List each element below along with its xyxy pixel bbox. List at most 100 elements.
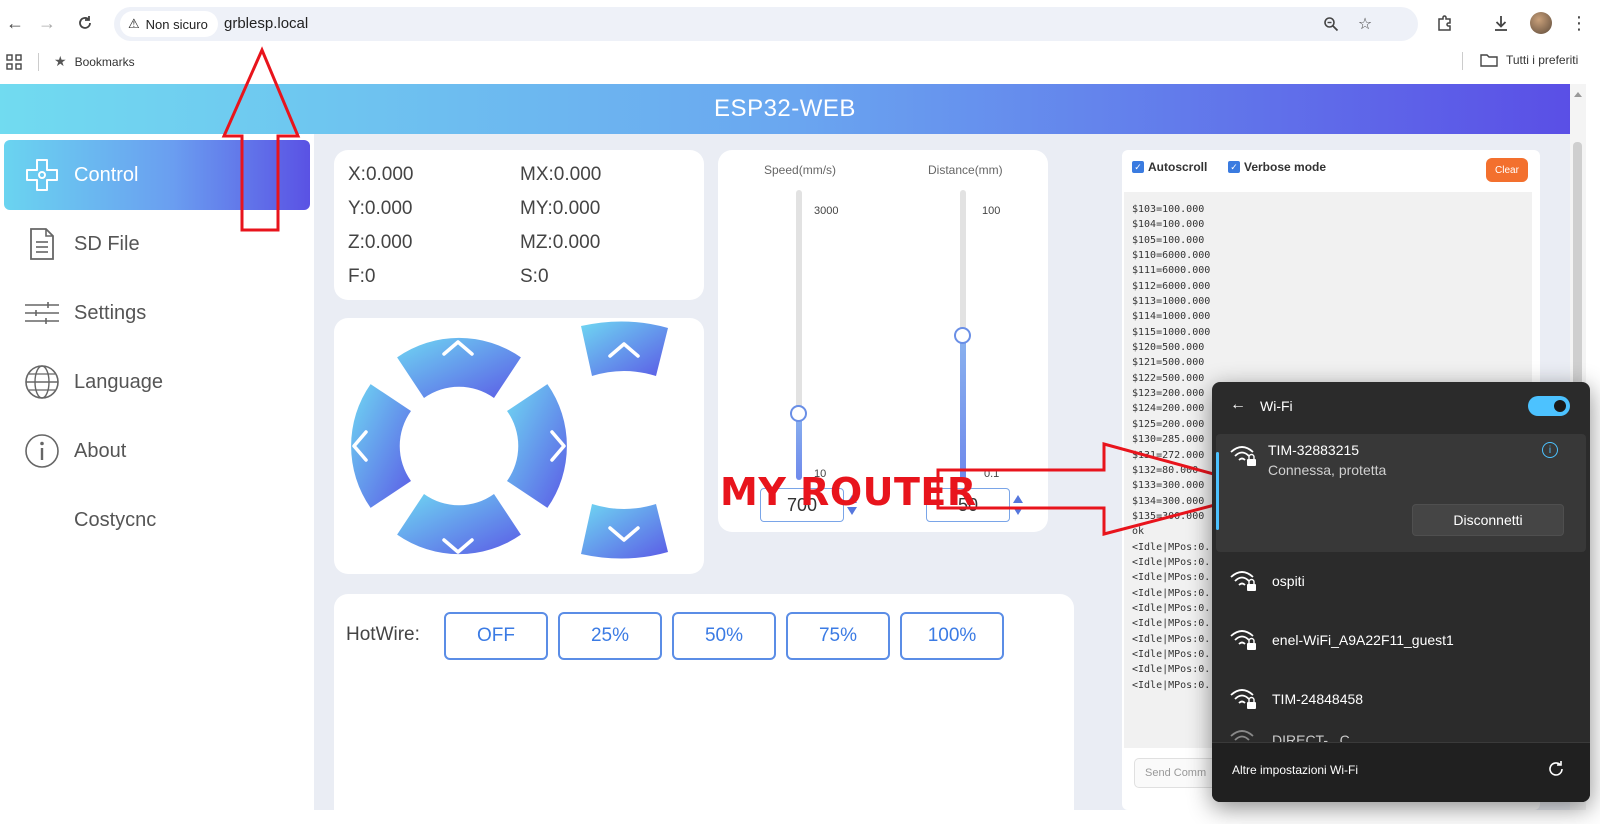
checkmark-icon: ✓ xyxy=(1228,161,1240,173)
wifi-secure-icon xyxy=(1230,571,1256,591)
bookmarks-folder[interactable]: ★ Bookmarks xyxy=(54,53,135,70)
hotwire-50-button[interactable]: 50% xyxy=(672,612,776,660)
wifi-network-item[interactable]: DIRECT-...C... xyxy=(1212,718,1590,742)
jog-z-down-button[interactable] xyxy=(581,504,668,559)
wifi-network-item[interactable]: ospiti xyxy=(1212,552,1590,610)
warning-icon: ⚠ xyxy=(128,16,140,31)
security-chip[interactable]: ⚠ Non sicuro xyxy=(120,11,218,37)
sidebar-item-label: Language xyxy=(74,370,163,393)
zoom-icon[interactable] xyxy=(1320,13,1342,35)
sidebar-item-label: Settings xyxy=(74,301,147,324)
control-pad-icon xyxy=(22,155,62,195)
y-position: Y:0.000 xyxy=(348,198,413,219)
divider xyxy=(38,53,39,71)
distance-slider-thumb[interactable] xyxy=(954,327,971,344)
checkmark-icon: ✓ xyxy=(1132,161,1144,173)
x-position: X:0.000 xyxy=(348,164,414,185)
network-info-icon[interactable]: i xyxy=(1542,442,1558,458)
sidebar-item-label: Costycnc xyxy=(74,508,157,531)
profile-avatar[interactable] xyxy=(1526,8,1556,38)
sliders-icon xyxy=(22,293,62,333)
clear-button[interactable]: Clear xyxy=(1486,158,1528,182)
jog-left-button[interactable] xyxy=(351,384,411,508)
wifi-title: Wi-Fi xyxy=(1260,398,1293,414)
back-icon[interactable]: ← xyxy=(0,8,30,38)
hotwire-off-button[interactable]: OFF xyxy=(444,612,548,660)
apps-grid-icon[interactable] xyxy=(6,54,22,73)
annotation-label: MY ROUTER xyxy=(720,470,977,514)
address-bar[interactable]: ⚠ Non sicuro grblesp.local ☆ xyxy=(114,7,1418,41)
wifi-network-name: DIRECT-...C... xyxy=(1272,732,1362,742)
extensions-icon[interactable] xyxy=(1430,8,1460,38)
autoscroll-label: Autoscroll xyxy=(1148,160,1208,174)
sidebar-item-settings[interactable]: Settings xyxy=(4,278,310,348)
browser-chrome: ← → ⚠ Non sicuro grblesp.local ☆ ⋮ ★ Boo… xyxy=(0,0,1600,84)
url-text[interactable]: grblesp.local xyxy=(224,15,308,32)
jog-z-up-button[interactable] xyxy=(581,321,668,376)
sidebar-item-costycnc[interactable]: Costycnc xyxy=(4,485,310,555)
refresh-icon[interactable] xyxy=(1546,759,1566,784)
reload-icon[interactable] xyxy=(70,8,100,38)
app-title: ESP32-WEB xyxy=(714,95,856,122)
hotwire-100-button[interactable]: 100% xyxy=(900,612,1004,660)
jog-card xyxy=(334,318,704,574)
jog-down-button[interactable] xyxy=(397,494,521,555)
speed-slider-track[interactable] xyxy=(796,190,802,480)
hotwire-label: HotWire: xyxy=(346,624,420,645)
wifi-footer: Altre impostazioni Wi-Fi xyxy=(1212,742,1590,802)
divider xyxy=(1462,52,1463,70)
jog-right-button[interactable] xyxy=(507,384,567,508)
menu-kebab-icon[interactable]: ⋮ xyxy=(1564,8,1594,38)
distance-min-label: 0.1 xyxy=(984,468,1000,480)
hotwire-25-button[interactable]: 25% xyxy=(558,612,662,660)
speed-label: Speed(mm/s) xyxy=(764,163,837,177)
hotwire-75-button[interactable]: 75% xyxy=(786,612,890,660)
sidebar-item-language[interactable]: Language xyxy=(4,347,310,417)
sidebar-item-control[interactable]: Control xyxy=(4,140,310,210)
wifi-toggle[interactable] xyxy=(1528,396,1570,416)
wifi-secure-icon xyxy=(1230,730,1254,741)
all-bookmarks-button[interactable]: Tutti i preferiti xyxy=(1480,53,1578,67)
folder-icon xyxy=(1480,54,1498,67)
verbose-label: Verbose mode xyxy=(1244,160,1327,174)
bookmark-star-icon[interactable]: ☆ xyxy=(1354,13,1376,35)
position-card: X:0.000 MX:0.000 Y:0.000 MY:0.000 Z:0.00… xyxy=(334,150,704,300)
bookmarks-bar: ★ Bookmarks Tutti i preferiti xyxy=(0,50,1600,80)
security-label: Non sicuro xyxy=(145,16,208,32)
sidebar-item-label: Control xyxy=(74,163,139,186)
wifi-flyout: ← Wi-Fi TIM-32883215 Connessa, protetta … xyxy=(1212,382,1590,802)
sidebar-item-sd-file[interactable]: SD File xyxy=(4,209,310,279)
wifi-network-name: enel-WiFi_A9A22F11_guest1 xyxy=(1272,632,1454,648)
distance-max-label: 100 xyxy=(982,205,1001,217)
forward-icon[interactable]: → xyxy=(32,8,62,38)
distance-spinner-icon[interactable] xyxy=(1012,493,1024,522)
wifi-secure-icon xyxy=(1230,630,1256,650)
wifi-network-item[interactable]: enel-WiFi_A9A22F11_guest1 xyxy=(1212,611,1590,669)
connected-ssid: TIM-32883215 xyxy=(1268,442,1360,458)
spindle-speed: S:0 xyxy=(520,266,549,287)
jog-up-button[interactable] xyxy=(397,337,521,398)
selection-indicator xyxy=(1216,452,1219,530)
disconnect-button[interactable]: Disconnetti xyxy=(1412,504,1564,536)
info-icon xyxy=(22,431,62,471)
autoscroll-checkbox[interactable]: ✓ Autoscroll xyxy=(1132,160,1207,174)
all-bookmarks-label: Tutti i preferiti xyxy=(1506,53,1579,67)
app-header: ESP32-WEB xyxy=(0,84,1570,134)
sidebar-item-about[interactable]: About xyxy=(4,416,310,486)
document-icon xyxy=(22,224,62,264)
hotwire-card: HotWire: OFF 25% 50% 75% 100% xyxy=(334,594,1074,824)
feed-rate: F:0 xyxy=(348,266,376,287)
star-icon: ★ xyxy=(54,53,67,69)
wifi-network-name: TIM-24848458 xyxy=(1272,691,1364,707)
sidebar-item-label: SD File xyxy=(74,232,140,255)
speed-max-label: 3000 xyxy=(814,205,839,217)
connected-network[interactable]: TIM-32883215 Connessa, protetta i Discon… xyxy=(1216,434,1586,552)
sidebar: Control SD File Settings Language About … xyxy=(0,134,314,810)
back-icon[interactable]: ← xyxy=(1230,396,1246,414)
my-position: MY:0.000 xyxy=(520,198,601,219)
verbose-checkbox[interactable]: ✓ Verbose mode xyxy=(1228,160,1326,174)
scroll-up-icon[interactable] xyxy=(1574,92,1582,97)
more-wifi-settings-link[interactable]: Altre impostazioni Wi-Fi xyxy=(1232,763,1358,777)
download-icon[interactable] xyxy=(1486,8,1516,38)
speed-slider-thumb[interactable] xyxy=(790,405,807,423)
